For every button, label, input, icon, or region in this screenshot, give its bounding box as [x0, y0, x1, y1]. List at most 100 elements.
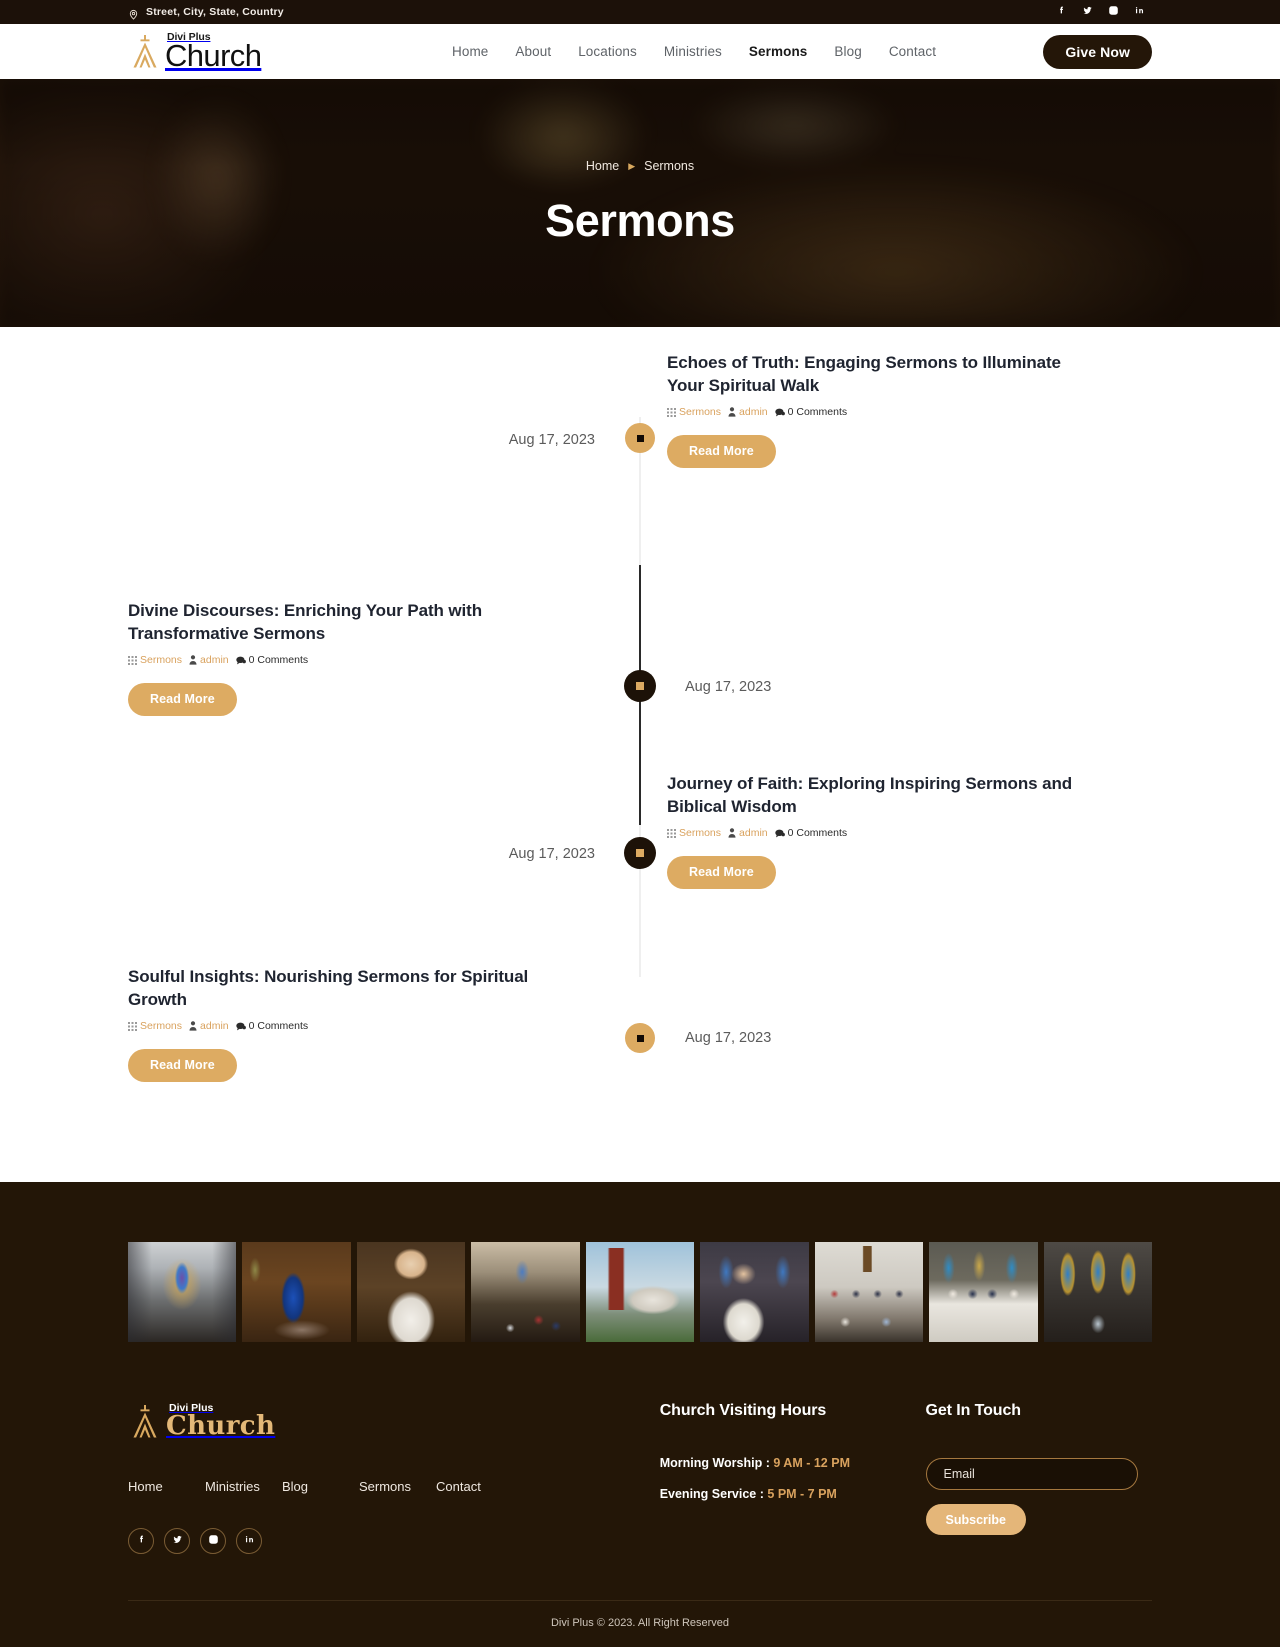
breadcrumb-separator-icon: ▶ — [628, 160, 636, 171]
footer-link-home[interactable]: Home — [128, 1479, 205, 1494]
post-category[interactable]: Sermons — [140, 654, 182, 666]
post-author[interactable]: admin — [200, 654, 229, 666]
post-category[interactable]: Sermons — [140, 1020, 182, 1032]
post-title[interactable]: Divine Discourses: Enriching Your Path w… — [128, 600, 568, 645]
category-grid-icon — [128, 655, 137, 665]
breadcrumb-home-link[interactable]: Home — [586, 159, 619, 173]
footer-facebook-link[interactable] — [128, 1528, 154, 1554]
read-more-button[interactable]: Read More — [667, 856, 776, 890]
twitter-icon — [1082, 3, 1093, 21]
footer-logo-text: Divi Plus Church — [166, 1402, 275, 1441]
gallery-congregation-seated[interactable] — [471, 1242, 580, 1342]
timeline-dot[interactable] — [624, 837, 656, 869]
read-more-button[interactable]: Read More — [128, 1049, 237, 1083]
post-title[interactable]: Journey of Faith: Exploring Inspiring Se… — [667, 773, 1102, 818]
timeline-date: Aug 17, 2023 — [685, 1030, 772, 1046]
footer-brand-column: Divi Plus Church Home Ministries Blog Se… — [128, 1402, 660, 1554]
subscribe-button[interactable]: Subscribe — [925, 1504, 1026, 1535]
timeline-row: Aug 17, 2023 Journey of Faith: Exploring… — [128, 774, 1152, 966]
facebook-icon — [1056, 3, 1067, 21]
post-title[interactable]: Soulful Insights: Nourishing Sermons for… — [128, 966, 588, 1011]
instagram-icon — [1108, 3, 1119, 21]
footer-link-contact[interactable]: Contact — [436, 1479, 513, 1494]
post-category[interactable]: Sermons — [679, 406, 721, 418]
footer-linkedin-link[interactable] — [236, 1528, 262, 1554]
post-author[interactable]: admin — [739, 827, 768, 839]
timeline-dot[interactable] — [625, 423, 655, 453]
gallery-priest-with-cross[interactable] — [700, 1242, 809, 1342]
comment-bubble-icon — [774, 829, 785, 838]
comment-bubble-icon — [235, 1022, 246, 1031]
gallery-cathedral-nave[interactable] — [128, 1242, 237, 1342]
breadcrumb-current: Sermons — [644, 159, 695, 173]
nav-item-locations[interactable]: Locations — [578, 24, 637, 79]
timeline-dot[interactable] — [624, 670, 656, 702]
hours-value: 5 PM - 7 PM — [767, 1487, 837, 1501]
topbar-social-links — [1048, 0, 1152, 24]
facebook-icon — [136, 1532, 147, 1550]
post-comments: 0 Comments — [787, 827, 848, 840]
post-comments: 0 Comments — [248, 1020, 309, 1033]
breadcrumb: Home ▶ Sermons — [586, 159, 694, 173]
post-title[interactable]: Echoes of Truth: Engaging Sermons to Ill… — [667, 352, 1087, 397]
footer-nav: Home Ministries Blog Sermons Contact — [128, 1479, 660, 1494]
nav-item-contact[interactable]: Contact — [889, 24, 936, 79]
sermons-timeline-section: Aug 17, 2023 Echoes of Truth: Engaging S… — [0, 327, 1280, 1182]
footer-contact-column: Get In Touch Subscribe — [925, 1402, 1152, 1554]
footer-link-blog[interactable]: Blog — [282, 1479, 359, 1494]
logo-text: Divi Plus Church — [165, 32, 262, 72]
twitter-icon — [172, 1532, 183, 1550]
footer-gallery — [128, 1242, 1152, 1342]
post-meta: Sermons admin 0 Comments — [128, 654, 613, 666]
author-person-icon — [189, 655, 197, 665]
post-meta: Sermons admin 0 Comments — [667, 827, 1152, 839]
top-bar: Street, City, State, Country — [0, 0, 1280, 24]
post-author[interactable]: admin — [739, 406, 768, 418]
church-cross-logo-icon — [128, 1403, 162, 1441]
nav-item-blog[interactable]: Blog — [834, 24, 861, 79]
post-author[interactable]: admin — [200, 1020, 229, 1032]
site-footer: Divi Plus Church Home Ministries Blog Se… — [0, 1182, 1280, 1647]
nav-item-home[interactable]: Home — [452, 24, 488, 79]
read-more-button[interactable]: Read More — [667, 435, 776, 469]
hours-list: Morning Worship : 9 AM - 12 PM Evening S… — [660, 1456, 926, 1501]
address-text: Street, City, State, Country — [146, 6, 284, 18]
hours-label: Evening Service : — [659, 1487, 764, 1501]
hours-row: Evening Service : 5 PM - 7 PM — [660, 1487, 926, 1501]
category-grid-icon — [667, 407, 676, 417]
author-person-icon — [728, 407, 736, 417]
topbar-linkedin-link[interactable] — [1126, 0, 1152, 24]
footer-twitter-link[interactable] — [164, 1528, 190, 1554]
footer-columns: Divi Plus Church Home Ministries Blog Se… — [128, 1342, 1152, 1554]
gallery-preacher-blue-robe[interactable] — [242, 1242, 351, 1342]
footer-instagram-link[interactable] — [200, 1528, 226, 1554]
gallery-woman-white-robe[interactable] — [356, 1242, 466, 1342]
footer-hours-column: Church Visiting Hours Morning Worship : … — [660, 1402, 926, 1554]
footer-logo[interactable]: Divi Plus Church — [128, 1402, 660, 1441]
nav-item-ministries[interactable]: Ministries — [664, 24, 722, 79]
author-person-icon — [728, 828, 736, 838]
gallery-church-exterior-steeple[interactable] — [585, 1242, 695, 1342]
read-more-button[interactable]: Read More — [128, 683, 237, 717]
post-category[interactable]: Sermons — [679, 827, 721, 839]
topbar-facebook-link[interactable] — [1048, 0, 1074, 24]
main-navigation: Home About Locations Ministries Sermons … — [452, 24, 936, 82]
give-now-button[interactable]: Give Now — [1043, 34, 1152, 69]
post-meta: Sermons admin 0 Comments — [667, 406, 1152, 418]
timeline-dot[interactable] — [625, 1023, 655, 1053]
hours-label: Morning Worship : — [659, 1456, 770, 1470]
nav-item-sermons[interactable]: Sermons — [748, 24, 808, 82]
address-block: Street, City, State, Country — [128, 6, 284, 20]
timeline-post-card: Echoes of Truth: Engaging Sermons to Ill… — [667, 353, 1152, 600]
topbar-instagram-link[interactable] — [1100, 0, 1126, 24]
gallery-stained-glass-pews[interactable] — [1043, 1242, 1152, 1342]
site-logo[interactable]: Divi Plus Church — [128, 32, 262, 72]
nav-item-about[interactable]: About — [515, 24, 551, 79]
gallery-wedding-party-table[interactable] — [929, 1242, 1038, 1342]
gallery-group-portrait-cross[interactable] — [814, 1242, 924, 1342]
footer-link-ministries[interactable]: Ministries — [205, 1479, 282, 1494]
instagram-icon — [208, 1532, 219, 1550]
email-field[interactable] — [925, 1458, 1138, 1490]
footer-link-sermons[interactable]: Sermons — [359, 1479, 436, 1494]
topbar-twitter-link[interactable] — [1074, 0, 1100, 24]
